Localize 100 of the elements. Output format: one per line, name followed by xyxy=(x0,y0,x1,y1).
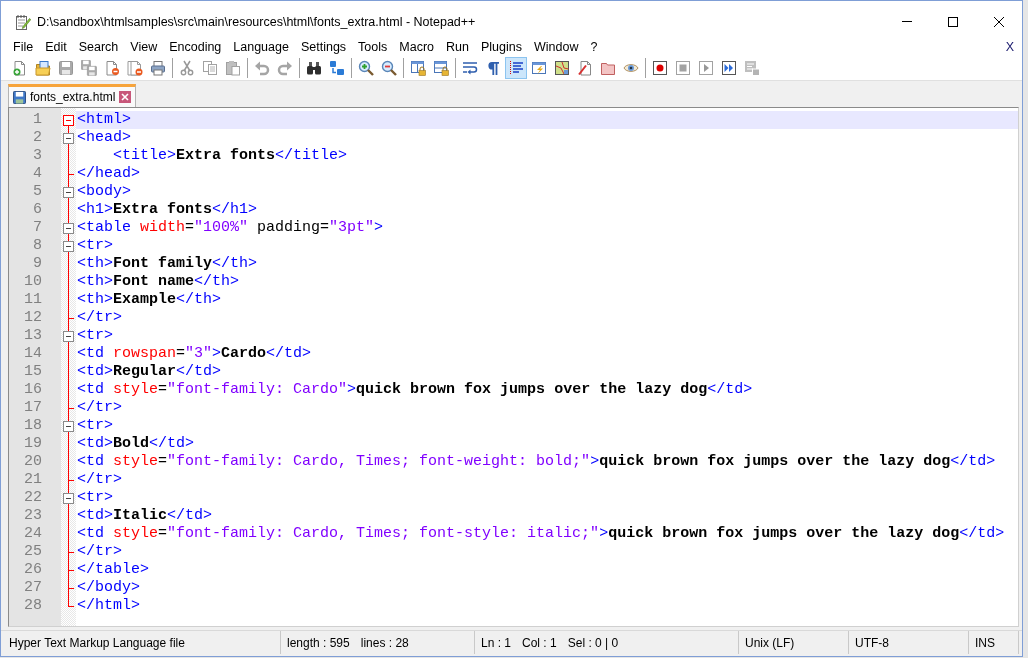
line-number: 20 xyxy=(24,453,42,471)
documents-minus-icon xyxy=(127,60,143,76)
fold-minus-icon[interactable] xyxy=(63,183,74,201)
status-text: Sel : 0 | 0 xyxy=(567,635,619,650)
line-number: 10 xyxy=(24,273,42,291)
status-text: lines : 28 xyxy=(360,635,409,650)
code-line: <tr> xyxy=(77,237,113,255)
line-number: 1 xyxy=(33,111,42,129)
code-line: <th>Example</th> xyxy=(77,291,222,309)
code-line: <h1>Extra fonts</h1> xyxy=(77,201,258,219)
floppy-disks-icon xyxy=(81,60,97,76)
menu-item[interactable]: View xyxy=(124,39,164,54)
close-icon xyxy=(994,16,1004,27)
zoom-in-icon xyxy=(358,60,374,76)
menu-item[interactable]: ? xyxy=(584,39,604,54)
line-number: 19 xyxy=(24,435,42,453)
folder-icon xyxy=(35,60,51,76)
stop-icon xyxy=(675,60,691,76)
code-line: <th>Font name</th> xyxy=(77,273,240,291)
menu-item[interactable]: Settings xyxy=(294,39,353,54)
find-replace-icon xyxy=(329,60,345,76)
folder-icon xyxy=(600,60,616,76)
code-line: <td>Italic</td> xyxy=(77,507,213,525)
line-number: 28 xyxy=(24,597,42,615)
fold-branch-icon xyxy=(68,309,74,327)
menu-item[interactable]: Language xyxy=(227,39,295,54)
window-lock-icon xyxy=(433,60,449,76)
line-number: 13 xyxy=(24,327,42,345)
fold-minus-icon[interactable] xyxy=(63,417,74,435)
line-number: 24 xyxy=(24,525,42,543)
menu-item[interactable]: File xyxy=(7,39,40,54)
status-text: Ln : 1 xyxy=(481,635,512,650)
record-icon xyxy=(652,60,668,76)
copy-icon xyxy=(202,60,218,76)
menu-item[interactable]: Plugins xyxy=(474,39,528,54)
code-line: <tr> xyxy=(77,327,113,345)
undo-icon xyxy=(254,60,270,76)
fold-minus-icon[interactable] xyxy=(63,237,74,255)
status-text: length : 595 xyxy=(287,635,350,650)
minimize-icon xyxy=(902,21,912,22)
code-line: <tr> xyxy=(77,417,113,435)
line-number: 16 xyxy=(24,381,42,399)
line-number: 3 xyxy=(33,147,42,165)
code-line: <td style="font-family: Cardo, Times; font-style: italic;">quick brown fox jumps over the lazy dog</td> xyxy=(77,525,1005,543)
line-number: 8 xyxy=(33,237,42,255)
code-line: </table> xyxy=(77,561,149,579)
line-number: 18 xyxy=(24,417,42,435)
fold-branch-icon xyxy=(68,399,74,417)
word-wrap-icon xyxy=(462,60,478,76)
line-number: 12 xyxy=(24,309,42,327)
menu-item[interactable]: Encoding xyxy=(163,39,228,54)
close-document-button[interactable]: X xyxy=(1003,39,1016,54)
fold-end-icon xyxy=(68,597,74,607)
fold-minus-icon[interactable] xyxy=(63,327,74,345)
binoculars-icon xyxy=(306,60,322,76)
line-number: 27 xyxy=(24,579,42,597)
fold-minus-icon[interactable] xyxy=(63,129,74,147)
code-line: <th>Font family</th> xyxy=(77,255,258,273)
line-number: 17 xyxy=(24,399,42,417)
menu-item[interactable]: Edit xyxy=(39,39,73,54)
fold-branch-icon xyxy=(68,471,74,489)
menu-item[interactable]: Search xyxy=(72,39,125,54)
zoom-out-icon xyxy=(381,60,397,76)
code-line: </html> xyxy=(77,597,140,615)
indent-guide-icon xyxy=(508,60,524,76)
menu-item[interactable]: Window xyxy=(527,39,585,54)
list-icon xyxy=(744,60,760,76)
window-lock-icon xyxy=(410,60,426,76)
line-number: 21 xyxy=(24,471,42,489)
fold-line-icon xyxy=(68,201,69,219)
code-line: <td rowspan="3">Cardo</td> xyxy=(77,345,312,363)
code-line: <td>Regular</td> xyxy=(77,363,222,381)
fold-minus-icon[interactable] xyxy=(63,219,74,237)
code-line: </tr> xyxy=(77,309,122,327)
code-line: <html> xyxy=(77,111,131,129)
maximize-icon xyxy=(948,16,958,27)
code-line: <td style="font-family: Cardo">quick brown fox jumps over the lazy dog</td> xyxy=(77,381,753,399)
close-icon[interactable] xyxy=(119,91,132,103)
line-number: 6 xyxy=(33,201,42,219)
code-line: <body> xyxy=(77,183,131,201)
menu-item[interactable]: Macro xyxy=(393,39,441,54)
status-text: Unix (LF) xyxy=(745,635,795,650)
printer-icon xyxy=(150,60,166,76)
fold-line-icon xyxy=(68,147,69,165)
code-line: </tr> xyxy=(77,471,122,489)
document-tab[interactable]: fonts_extra.html xyxy=(8,84,137,107)
line-number: 5 xyxy=(33,183,42,201)
menu-item[interactable]: Tools xyxy=(352,39,394,54)
status-text: INS xyxy=(975,635,995,650)
code-line: <table width="100%" padding="3pt"> xyxy=(77,219,384,237)
fold-branch-icon xyxy=(68,165,74,183)
code-line: </tr> xyxy=(77,543,122,561)
document-pencil-icon xyxy=(577,60,593,76)
line-number: 4 xyxy=(33,165,42,183)
lightning-window-icon xyxy=(531,60,547,76)
fold-minus-icon[interactable] xyxy=(63,489,74,507)
map-icon xyxy=(554,60,570,76)
line-number: 9 xyxy=(33,255,42,273)
line-number: 22 xyxy=(24,489,42,507)
menu-item[interactable]: Run xyxy=(440,39,475,54)
